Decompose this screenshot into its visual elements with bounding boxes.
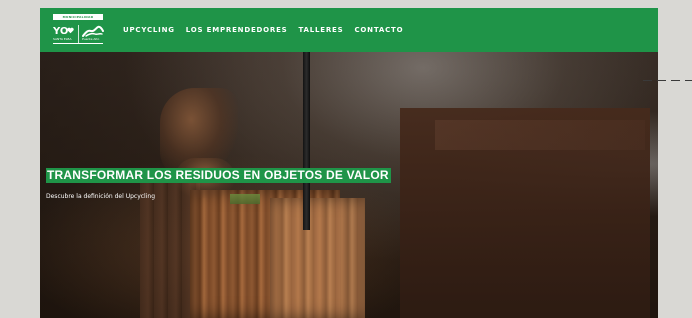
wood-panel-light — [435, 120, 645, 150]
logo-underline — [53, 43, 103, 44]
logo-separator — [78, 25, 79, 43]
saw-blade — [303, 52, 310, 230]
wood-strip — [230, 194, 260, 204]
logo-left-subtitle: SANTA ELBA — [53, 37, 72, 41]
heart-icon — [67, 27, 74, 34]
wood-board-front — [270, 198, 365, 318]
logo-right-subtitle: Puente Alto — [82, 37, 100, 41]
nav-item-emprendedores[interactable]: LOS EMPRENDEDORES — [186, 26, 288, 34]
nav-item-contacto[interactable]: CONTACTO — [354, 26, 403, 34]
hero-subtitle-link[interactable]: Descubre la definición del Upcycling — [46, 193, 155, 201]
main-menu: UPCYCLING LOS EMPRENDEDORES TALLERES CON… — [123, 8, 403, 52]
website-frame: MUNICIPALIDAD YO SANTA ELBA Puente Alto … — [40, 8, 658, 318]
scroll-indicator-dash — [643, 80, 652, 81]
scroll-indicator-dash — [657, 80, 666, 81]
logo-top-label: MUNICIPALIDAD — [53, 14, 103, 20]
scroll-indicator-dash — [685, 80, 692, 81]
nav-item-talleres[interactable]: TALLERES — [299, 26, 344, 34]
nav-item-upcycling[interactable]: UPCYCLING — [123, 26, 175, 34]
municipality-logo[interactable]: MUNICIPALIDAD YO SANTA ELBA Puente Alto — [53, 14, 105, 46]
mountain-logo-icon — [82, 25, 104, 37]
top-navbar: MUNICIPALIDAD YO SANTA ELBA Puente Alto … — [40, 8, 658, 52]
scroll-indicator-dash — [671, 80, 680, 81]
hero-title: TRANSFORMAR LOS RESIDUOS EN OBJETOS DE V… — [46, 168, 391, 183]
